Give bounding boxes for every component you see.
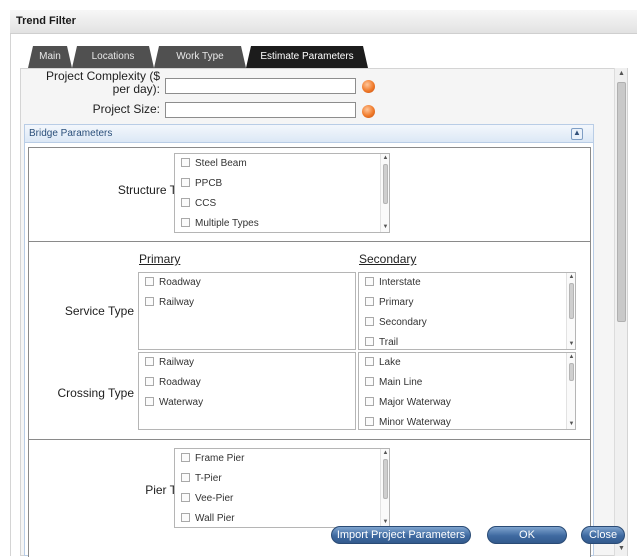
pier-type-listbox[interactable]: Frame Pier T-Pier Vee-Pier Wall Pier ▲ ▼ <box>174 448 390 528</box>
checkbox[interactable] <box>365 357 374 366</box>
project-size-input[interactable] <box>165 102 356 118</box>
collapse-button[interactable]: ▲ <box>571 128 583 140</box>
list-item[interactable]: CCS <box>181 198 216 212</box>
tab-strip: Main Locations Work Type Estimate Parame… <box>28 46 368 68</box>
checkbox[interactable] <box>365 397 374 406</box>
tab-locations[interactable]: Locations <box>72 46 154 68</box>
list-item[interactable]: Frame Pier <box>181 453 244 467</box>
tab-main[interactable]: Main <box>28 46 72 68</box>
list-item[interactable]: Minor Waterway <box>365 417 451 429</box>
checkbox[interactable] <box>365 377 374 386</box>
scroll-up-icon[interactable]: ▲ <box>568 274 575 280</box>
checkbox[interactable] <box>145 277 154 286</box>
project-complexity-input[interactable] <box>165 78 356 94</box>
list-item[interactable]: Secondary <box>365 317 427 331</box>
info-orb-icon[interactable] <box>362 80 375 93</box>
primary-column-header: Primary <box>139 252 181 266</box>
listbox-scrollbar[interactable]: ▲ ▼ <box>566 273 575 349</box>
service-type-label: Service Type <box>64 304 134 318</box>
scroll-thumb[interactable] <box>383 459 388 499</box>
listbox-scrollbar[interactable]: ▲ ▼ <box>380 154 389 232</box>
bridge-parameters-header: Bridge Parameters ▲ <box>25 125 593 143</box>
bridge-parameters-panel: Bridge Parameters ▲ Structure Type: Stee… <box>24 124 594 557</box>
dialog-title: Trend Filter <box>16 15 76 27</box>
scroll-up-icon[interactable]: ▲ <box>382 155 389 161</box>
bridge-parameters-title: Bridge Parameters <box>29 128 113 139</box>
listbox-scrollbar[interactable]: ▲ ▼ <box>566 353 575 429</box>
project-complexity-label: Project Complexity ($ per day): <box>45 69 160 96</box>
scroll-down-icon[interactable]: ▼ <box>568 421 575 427</box>
service-crossing-section: Primary Secondary Service Type Roadway R… <box>28 241 591 441</box>
checkbox[interactable] <box>181 453 190 462</box>
list-item[interactable]: Main Line <box>365 377 422 391</box>
checkbox[interactable] <box>365 277 374 286</box>
scroll-down-icon[interactable]: ▼ <box>382 519 389 525</box>
dialog-titlebar: Trend Filter <box>10 10 637 34</box>
checkbox[interactable] <box>181 513 190 522</box>
list-item[interactable]: Steel Beam <box>181 158 247 172</box>
scroll-thumb[interactable] <box>617 82 626 322</box>
checkbox[interactable] <box>145 397 154 406</box>
checkbox[interactable] <box>365 297 374 306</box>
checkbox[interactable] <box>365 417 374 426</box>
service-type-primary-listbox[interactable]: Roadway Railway <box>138 272 356 350</box>
main-scrollbar[interactable]: ▲ ▼ <box>614 68 627 556</box>
crossing-type-primary-listbox[interactable]: Railway Roadway Waterway <box>138 352 356 430</box>
crossing-type-label: Crossing Type <box>57 386 134 400</box>
close-button[interactable]: Close <box>581 526 625 544</box>
list-item[interactable]: Railway <box>145 297 194 311</box>
list-item[interactable]: Lake <box>365 357 401 371</box>
list-item[interactable]: Waterway <box>145 397 203 411</box>
list-item[interactable]: Roadway <box>145 277 201 291</box>
trend-filter-dialog: Trend Filter Main Locations Work Type Es… <box>0 0 637 557</box>
tab-estimate-parameters[interactable]: Estimate Parameters <box>246 46 368 68</box>
checkbox[interactable] <box>145 377 154 386</box>
checkbox[interactable] <box>181 178 190 187</box>
import-project-parameters-button[interactable]: Import Project Parameters <box>331 526 471 544</box>
list-item[interactable]: Roadway <box>145 377 201 391</box>
checkbox[interactable] <box>181 218 190 227</box>
checkbox[interactable] <box>181 493 190 502</box>
structure-type-listbox[interactable]: Steel Beam PPCB CCS Multiple Types ▲ ▼ <box>174 153 390 233</box>
scroll-down-icon[interactable]: ▼ <box>568 341 575 347</box>
checkbox[interactable] <box>181 473 190 482</box>
checkbox[interactable] <box>365 317 374 326</box>
checkbox[interactable] <box>145 357 154 366</box>
crossing-type-secondary-listbox[interactable]: Lake Main Line Major Waterway Minor Wate… <box>358 352 576 430</box>
list-item[interactable]: Wall Pier <box>181 513 235 527</box>
project-size-label: Project Size: <box>92 102 160 116</box>
chevron-up-icon: ▲ <box>573 128 581 137</box>
checkbox[interactable] <box>365 337 374 346</box>
secondary-column-header: Secondary <box>359 252 417 266</box>
list-item[interactable]: Railway <box>145 357 194 371</box>
list-item[interactable]: Trail <box>365 337 398 349</box>
scroll-up-icon[interactable]: ▲ <box>568 354 575 360</box>
list-item[interactable]: Primary <box>365 297 413 311</box>
list-item[interactable]: Major Waterway <box>365 397 451 411</box>
scroll-thumb[interactable] <box>383 164 388 204</box>
scroll-up-icon[interactable]: ▲ <box>382 450 389 456</box>
list-item[interactable]: PPCB <box>181 178 222 192</box>
scroll-down-icon[interactable]: ▼ <box>617 545 626 552</box>
list-item[interactable]: Interstate <box>365 277 421 291</box>
structure-type-section: Structure Type: Steel Beam PPCB CCS Mult… <box>28 147 591 243</box>
service-type-secondary-listbox[interactable]: Interstate Primary Secondary Trail ▲ ▼ <box>358 272 576 350</box>
list-item[interactable]: Multiple Types <box>181 218 259 232</box>
scroll-thumb[interactable] <box>569 363 574 381</box>
checkbox[interactable] <box>181 198 190 207</box>
ok-button[interactable]: OK <box>487 526 567 544</box>
info-orb-icon[interactable] <box>362 105 375 118</box>
tab-work-type[interactable]: Work Type <box>154 46 246 68</box>
checkbox[interactable] <box>181 158 190 167</box>
listbox-scrollbar[interactable]: ▲ ▼ <box>380 449 389 527</box>
scroll-up-icon[interactable]: ▲ <box>617 70 626 77</box>
scroll-thumb[interactable] <box>569 283 574 319</box>
list-item[interactable]: T-Pier <box>181 473 222 487</box>
checkbox[interactable] <box>145 297 154 306</box>
list-item[interactable]: Vee-Pier <box>181 493 233 507</box>
scroll-down-icon[interactable]: ▼ <box>382 224 389 230</box>
